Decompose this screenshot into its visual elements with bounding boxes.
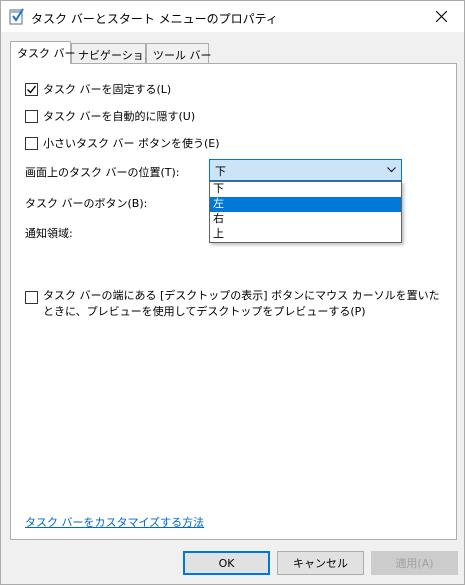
lock-taskbar-label: タスク バーを固定する(L) bbox=[43, 83, 172, 96]
tab-navigation-label: ナビゲーション bbox=[78, 49, 155, 62]
close-icon bbox=[435, 11, 447, 22]
position-dropdown-list: 下 左 右 上 bbox=[209, 181, 402, 243]
lock-taskbar-option[interactable]: タスク バーを固定する(L) bbox=[25, 81, 171, 97]
chevron-down-icon bbox=[387, 167, 396, 173]
position-option-top[interactable]: 上 bbox=[210, 227, 401, 242]
cancel-button-label: キャンセル bbox=[293, 557, 348, 570]
peek-label: タスク バーの端にある [デスクトップの表示] ボタンにマウス カーソルを置いた… bbox=[43, 289, 440, 318]
title-bar[interactable]: タスク バーとスタート メニューのプロパティ bbox=[1, 1, 464, 32]
customize-taskbar-link[interactable]: タスク バーをカスタマイズする方法 bbox=[25, 514, 204, 530]
apply-button-label: 適用(A) bbox=[395, 557, 434, 570]
auto-hide-option[interactable]: タスク バーを自動的に隠す(U) bbox=[25, 108, 195, 124]
auto-hide-checkbox[interactable] bbox=[25, 109, 38, 123]
position-option-right[interactable]: 右 bbox=[210, 212, 401, 227]
notification-area-label: 通知領域: bbox=[25, 227, 73, 240]
taskbar-buttons-label: タスク バーのボタン(B): bbox=[25, 197, 148, 210]
position-select-value: 下 bbox=[215, 165, 226, 178]
small-buttons-option[interactable]: 小さいタスク バー ボタンを使う(E) bbox=[25, 135, 220, 151]
tab-toolbars[interactable]: ツール バー bbox=[146, 43, 212, 63]
position-select[interactable]: 下 bbox=[209, 159, 402, 181]
auto-hide-label: タスク バーを自動的に隠す(U) bbox=[43, 110, 196, 123]
ok-button[interactable]: OK bbox=[183, 551, 270, 575]
tab-taskbar-label: タスク バー bbox=[17, 47, 76, 60]
position-option-left[interactable]: 左 bbox=[210, 197, 401, 212]
cancel-button[interactable]: キャンセル bbox=[277, 551, 364, 575]
checkmark-icon bbox=[27, 85, 36, 94]
window-title: タスク バーとスタート メニューのプロパティ bbox=[31, 12, 278, 26]
ok-button-label: OK bbox=[218, 556, 235, 570]
small-buttons-checkbox[interactable] bbox=[25, 136, 38, 150]
taskbar-properties-icon bbox=[9, 7, 25, 25]
apply-button[interactable]: 適用(A) bbox=[371, 551, 458, 575]
position-option-bottom[interactable]: 下 bbox=[210, 182, 401, 197]
close-button[interactable] bbox=[418, 1, 464, 32]
properties-dialog: タスク バーとスタート メニューのプロパティ タスク バー ナビゲーション ツー… bbox=[0, 0, 465, 585]
position-label: 画面上のタスク バーの位置(T): bbox=[25, 166, 180, 179]
peek-checkbox[interactable] bbox=[25, 291, 38, 304]
lock-taskbar-checkbox[interactable] bbox=[25, 82, 38, 96]
tab-taskbar[interactable]: タスク バー bbox=[10, 41, 76, 64]
tab-navigation[interactable]: ナビゲーション bbox=[71, 43, 155, 63]
small-buttons-label: 小さいタスク バー ボタンを使う(E) bbox=[43, 137, 220, 150]
peek-option[interactable]: タスク バーの端にある [デスクトップの表示] ボタンにマウス カーソルを置いた… bbox=[25, 288, 445, 320]
tab-toolbars-label: ツール バー bbox=[153, 49, 212, 62]
